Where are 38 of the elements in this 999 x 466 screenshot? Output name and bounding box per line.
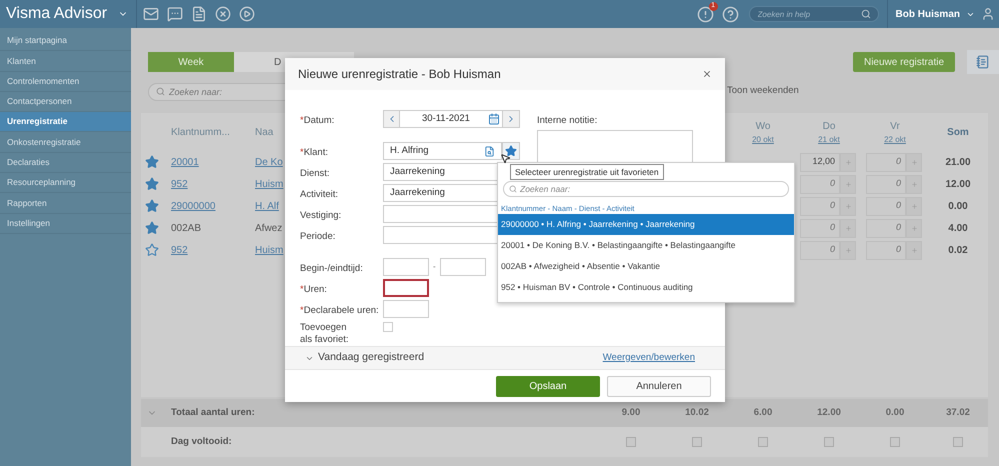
field-value: Jaarrekening bbox=[390, 164, 445, 179]
day-header: Vr bbox=[890, 120, 900, 134]
client-value: H. Alfring bbox=[390, 144, 430, 158]
time-separator: - bbox=[433, 261, 436, 273]
field-label: *Klant: bbox=[300, 147, 328, 158]
row-sum: 0.02 bbox=[947, 244, 969, 258]
total-value: 9.00 bbox=[620, 406, 642, 420]
field-label: Activiteit: bbox=[300, 189, 338, 200]
tooltip: Selecteer urenregistratie uit favorieten bbox=[510, 164, 664, 180]
total-value: 0.00 bbox=[884, 406, 906, 420]
field-label: Toevoegen als favoriet: bbox=[300, 322, 350, 346]
column-header: Som bbox=[946, 126, 970, 140]
date-value: 30-11-2021 bbox=[422, 112, 471, 126]
total-value: 37.02 bbox=[945, 406, 971, 420]
field-label: *Declarabele uren: bbox=[300, 305, 379, 316]
field-label: *Uren: bbox=[300, 284, 327, 295]
totals-label: Totaal aantal uren: bbox=[171, 406, 256, 420]
note-label: Interne notitie: bbox=[537, 114, 598, 128]
client-number: 002AB bbox=[171, 222, 202, 236]
row-sum: 12.00 bbox=[944, 178, 972, 192]
total-value: 10.02 bbox=[684, 406, 710, 420]
total-value: 6.00 bbox=[752, 406, 774, 420]
field-label: Dienst: bbox=[300, 168, 330, 179]
app-logo: Visma Advisor bbox=[6, 4, 108, 24]
field-label: Begin-/eindtijd: bbox=[300, 263, 363, 274]
day-header: Wo bbox=[756, 120, 770, 134]
total-value: 12.00 bbox=[816, 406, 842, 420]
row-sum: 4.00 bbox=[947, 222, 969, 236]
field-label: Periode: bbox=[300, 231, 336, 242]
field-value: Jaarrekening bbox=[390, 186, 445, 200]
field-label: *Datum: bbox=[300, 115, 334, 126]
day-header: Do bbox=[822, 120, 836, 134]
row-sum: 21.00 bbox=[944, 156, 972, 170]
dialog-title: Nieuwe urenregistratie - Bob Huisman bbox=[298, 66, 502, 83]
field-label: Vestiging: bbox=[300, 210, 342, 221]
row-sum: 0.00 bbox=[947, 200, 969, 214]
day-done-label: Dag voltooid: bbox=[171, 434, 233, 449]
client-name: Afwez bbox=[255, 222, 282, 236]
